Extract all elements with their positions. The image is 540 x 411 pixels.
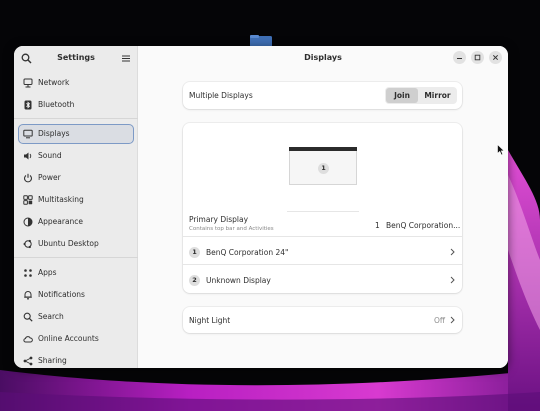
sidebar-item-appearance[interactable]: Appearance [18, 212, 134, 232]
sidebar-item-sound[interactable]: Sound [18, 146, 134, 166]
displays-panel: Displays Multiple Displays Join Mirror 1… [138, 46, 508, 368]
night-light-row[interactable]: Night Light Off [183, 307, 462, 333]
sidebar-item-label: Sharing [38, 356, 67, 365]
sidebar-item-search[interactable]: Search [18, 307, 134, 327]
mouse-pointer-icon [497, 144, 505, 156]
multiple-displays-label: Multiple Displays [189, 91, 253, 100]
minimize-button[interactable] [453, 51, 466, 64]
sound-icon [24, 152, 32, 160]
ubuntu-desktop-icon [23, 239, 32, 249]
primary-display-value: BenQ Corporation... [386, 221, 461, 230]
mirror-button[interactable]: Mirror [419, 88, 456, 103]
monitor-top-bar [289, 147, 357, 151]
sidebar-item-label: Search [38, 312, 64, 321]
sidebar-item-power[interactable]: Power [18, 168, 134, 188]
notifications-icon [24, 291, 32, 300]
sidebar-item-label: Bluetooth [38, 100, 75, 109]
bluetooth-icon [24, 100, 32, 110]
sidebar-item-label: Ubuntu Desktop [38, 239, 99, 248]
maximize-button[interactable] [471, 51, 484, 64]
sidebar-item-bluetooth[interactable]: Bluetooth [18, 95, 134, 115]
sharing-icon [23, 356, 33, 366]
sidebar-item-label: Appearance [38, 217, 84, 226]
appearance-icon [23, 217, 33, 227]
join-button[interactable]: Join [386, 88, 418, 103]
sidebar-divider [14, 257, 138, 258]
display-name: BenQ Corporation 24" [206, 248, 289, 257]
close-icon [492, 54, 499, 61]
chevron-right-icon [450, 276, 455, 284]
apps-icon [24, 269, 32, 277]
display-name: Unknown Display [206, 276, 271, 285]
sidebar-item-multitasking[interactable]: Multitasking [18, 190, 134, 210]
sidebar-item-network[interactable]: Network [18, 73, 134, 93]
sidebar-item-label: Sound [38, 151, 62, 160]
display-icon [23, 129, 33, 139]
night-light-label: Night Light [189, 316, 231, 325]
sidebar: Settings Network Bluetooth Displays Soun… [14, 46, 138, 368]
sidebar-item-label: Power [38, 173, 61, 182]
display-number-badge: 2 [189, 275, 200, 286]
hamburger-menu-icon[interactable] [120, 53, 132, 64]
network-icon [23, 78, 33, 88]
sidebar-item-notifications[interactable]: Notifications [18, 285, 134, 305]
chevron-right-icon [450, 316, 455, 324]
sidebar-item-label: Online Accounts [38, 334, 99, 343]
chevron-right-icon [450, 248, 455, 256]
search-icon [23, 312, 33, 322]
sidebar-item-sharing[interactable]: Sharing [18, 351, 134, 368]
row-divider [183, 264, 462, 265]
display-arrangement-monitor[interactable]: 1 [289, 147, 357, 185]
primary-display-number: 1 [375, 221, 380, 230]
night-light-value: Off [434, 316, 446, 325]
multiple-displays-toggle: Join Mirror [385, 87, 457, 104]
row-divider [183, 236, 462, 237]
monitor-number-badge: 1 [318, 163, 329, 174]
settings-window: Settings Network Bluetooth Displays Soun… [14, 46, 508, 368]
sidebar-item-apps[interactable]: Apps [18, 263, 134, 283]
online-accounts-icon [23, 336, 33, 343]
display-settings-card: 1 Primary Display Contains top bar and A… [183, 123, 462, 293]
sidebar-item-online-accounts[interactable]: Online Accounts [18, 329, 134, 349]
sidebar-item-ubuntu-desktop[interactable]: Ubuntu Desktop [18, 234, 134, 254]
primary-display-label: Primary Display [189, 215, 249, 224]
sidebar-item-displays[interactable]: Displays [18, 124, 134, 144]
display-number-badge: 1 [189, 247, 200, 258]
sidebar-item-label: Network [38, 78, 70, 87]
sidebar-item-label: Multitasking [38, 195, 84, 204]
multiple-displays-row: Multiple Displays Join Mirror [183, 82, 462, 109]
close-button[interactable] [489, 51, 502, 64]
sidebar-divider [14, 118, 138, 119]
sidebar-item-label: Apps [38, 268, 57, 277]
primary-display-subtitle: Contains top bar and Activities [189, 226, 274, 232]
minimize-icon [457, 58, 462, 59]
multitasking-icon [23, 195, 33, 205]
sidebar-item-label: Displays [38, 129, 70, 138]
sidebar-header: Settings [14, 46, 138, 72]
power-icon [23, 173, 33, 183]
arrangement-divider [287, 211, 359, 212]
sidebar-item-label: Notifications [38, 290, 85, 299]
maximize-icon [474, 54, 481, 61]
